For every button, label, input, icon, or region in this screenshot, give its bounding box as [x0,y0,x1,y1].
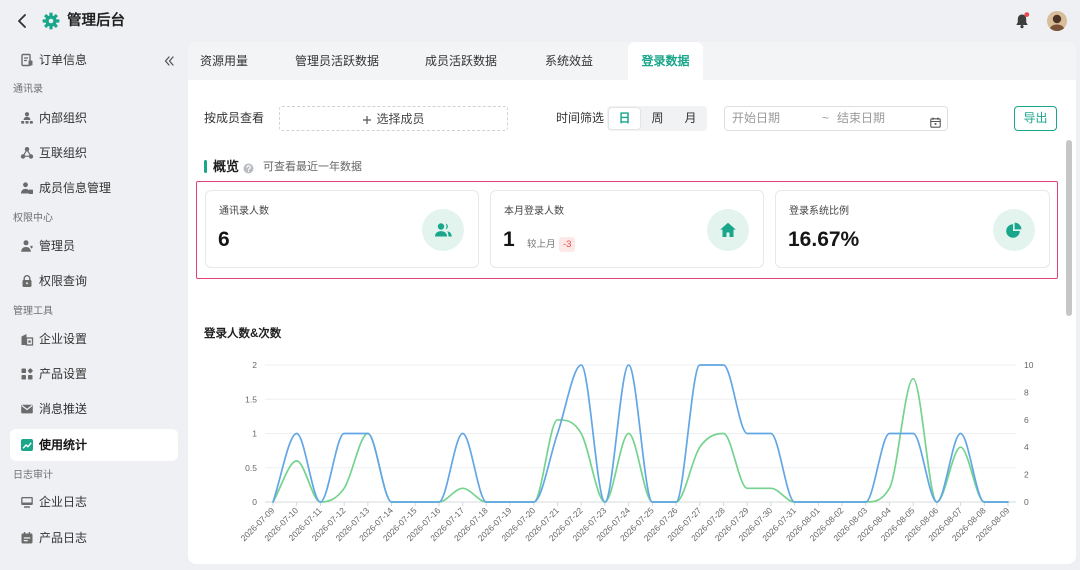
y-right-tick-label: 2 [1024,470,1029,480]
overview-title: 概览 [213,159,240,174]
tab-member-activity[interactable]: 成员活跃数据 [406,42,516,80]
granularity-toggle: 日 周 月 [607,106,707,131]
sidebar-item-label: 企业日志 [39,495,88,509]
enterprise-settings-icon [20,332,34,346]
sidebar-item-enterprise-settings[interactable]: 企业设置 [10,323,178,355]
granularity-month-button[interactable]: 月 [675,108,706,129]
stat-card-contacts: 通讯录人数 6 [205,190,479,268]
stat-card-value: 6 [218,228,230,251]
stat-card-label: 登录系统比例 [789,206,849,217]
time-filter-label: 时间筛选 [556,111,605,125]
pie-chart-icon [993,209,1035,251]
date-separator: ~ [822,111,830,125]
sidebar-item-usage-stats[interactable]: 使用统计 [10,429,178,461]
sidebar-item-label: 权限查询 [39,274,88,288]
bell-icon[interactable] [1014,12,1030,30]
y-right-tick-label: 8 [1024,387,1029,397]
app-title: 管理后台 [67,13,125,29]
y-right-tick-label: 4 [1024,442,1029,452]
sidebar-group-title: 通讯录 [13,84,43,95]
section-accent-bar [204,160,207,173]
tab-resource-usage[interactable]: 资源用量 [188,42,260,80]
member-icon [20,181,34,195]
lock-icon [20,274,34,288]
log-icon [20,495,34,509]
sidebar-item-admin[interactable]: 管理员 [10,230,178,262]
select-member-button[interactable]: 选择成员 [279,106,508,131]
sidebar-item-product-settings[interactable]: 产品设置 [10,358,178,390]
sidebar-item-label: 互联组织 [39,146,88,160]
y-right-tick-label: 10 [1024,360,1034,370]
plus-icon [362,114,372,124]
sidebar-item-permission-query[interactable]: 权限查询 [10,265,178,297]
admin-icon [20,239,34,253]
grid-icon [20,367,34,381]
stats-icon [20,438,34,452]
y-left-tick-label: 1 [252,429,257,439]
stat-card-value: 1 [503,228,515,251]
sidebar-item-label: 内部组织 [39,111,88,125]
interconnect-icon [20,146,34,160]
sidebar-item-interconnect-org[interactable]: 互联组织 [10,137,178,169]
login-line-chart: 00.511.5202468102026-07-092026-07-102026… [239,360,1034,543]
sidebar-item-label: 成员信息管理 [39,181,112,195]
sidebar-item-message-push[interactable]: 消息推送 [10,393,178,425]
sidebar-item-label: 使用统计 [39,438,88,452]
contacts-icon [422,209,464,251]
member-filter-label: 按成员查看 [204,111,265,125]
sidebar-item-label: 管理员 [39,239,76,253]
y-left-tick-label: 1.5 [245,394,257,404]
vertical-scrollbar[interactable] [1066,140,1072,316]
sidebar-group-title: 日志审计 [13,470,53,481]
overview-hint: 可查看最近一年数据 [263,161,362,173]
sidebar-item-label: 企业设置 [39,332,88,346]
stat-card-label: 通讯录人数 [219,206,269,217]
gear-icon [42,12,60,30]
y-left-tick-label: 2 [252,360,257,370]
sidebar-item-label: 产品设置 [39,367,88,381]
notification-dot [1024,12,1030,17]
order-icon [20,53,34,67]
stat-card-label: 本月登录人数 [504,206,564,217]
back-icon[interactable] [15,12,29,30]
y-right-tick-label: 0 [1024,497,1029,507]
stat-card-login-ratio: 登录系统比例 16.67% [775,190,1050,268]
compare-badge: -3 [559,237,576,252]
compare-label: 较上月 [527,239,556,250]
product-log-icon [20,531,34,545]
home-icon [707,209,749,251]
y-right-tick-label: 6 [1024,415,1029,425]
sidebar-item-label: 产品日志 [39,531,88,545]
stat-card-monthly-logins: 本月登录人数 1 较上月 -3 [490,190,764,268]
start-date-input[interactable]: 开始日期 [732,107,780,130]
question-circle-icon[interactable] [243,161,254,174]
sidebar-item-enterprise-log[interactable]: 企业日志 [10,486,178,518]
calendar-icon[interactable] [930,113,941,128]
granularity-week-button[interactable]: 周 [642,108,673,129]
sidebar-item-product-log[interactable]: 产品日志 [10,522,178,554]
date-range-picker[interactable]: 开始日期 ~ 结束日期 [724,106,948,131]
mail-icon [20,402,34,416]
granularity-day-button[interactable]: 日 [609,108,640,129]
sidebar-group-title: 管理工具 [13,306,53,317]
y-left-tick-label: 0.5 [245,463,257,473]
sidebar-item-order-info[interactable]: 订单信息 [10,44,178,76]
sidebar-group-title: 权限中心 [13,213,53,224]
y-left-tick-label: 0 [252,497,257,507]
sidebar-item-label: 消息推送 [39,402,88,416]
select-member-label: 选择成员 [376,112,425,126]
user-avatar[interactable] [1047,11,1067,31]
tab-admin-activity[interactable]: 管理员活跃数据 [282,42,392,80]
sidebar-item-label: 订单信息 [39,53,88,67]
stat-card-value: 16.67% [788,228,860,251]
end-date-input[interactable]: 结束日期 [837,107,885,130]
tab-system-benefit[interactable]: 系统效益 [533,42,605,80]
export-button[interactable]: 导出 [1014,106,1057,131]
chart-title: 登录人数&次数 [204,328,282,340]
tab-login-data[interactable]: 登录数据 [628,42,703,80]
sidebar-item-member-info[interactable]: 成员信息管理 [10,172,178,204]
org-structure-icon [20,111,34,125]
sidebar-item-internal-org[interactable]: 内部组织 [10,102,178,134]
